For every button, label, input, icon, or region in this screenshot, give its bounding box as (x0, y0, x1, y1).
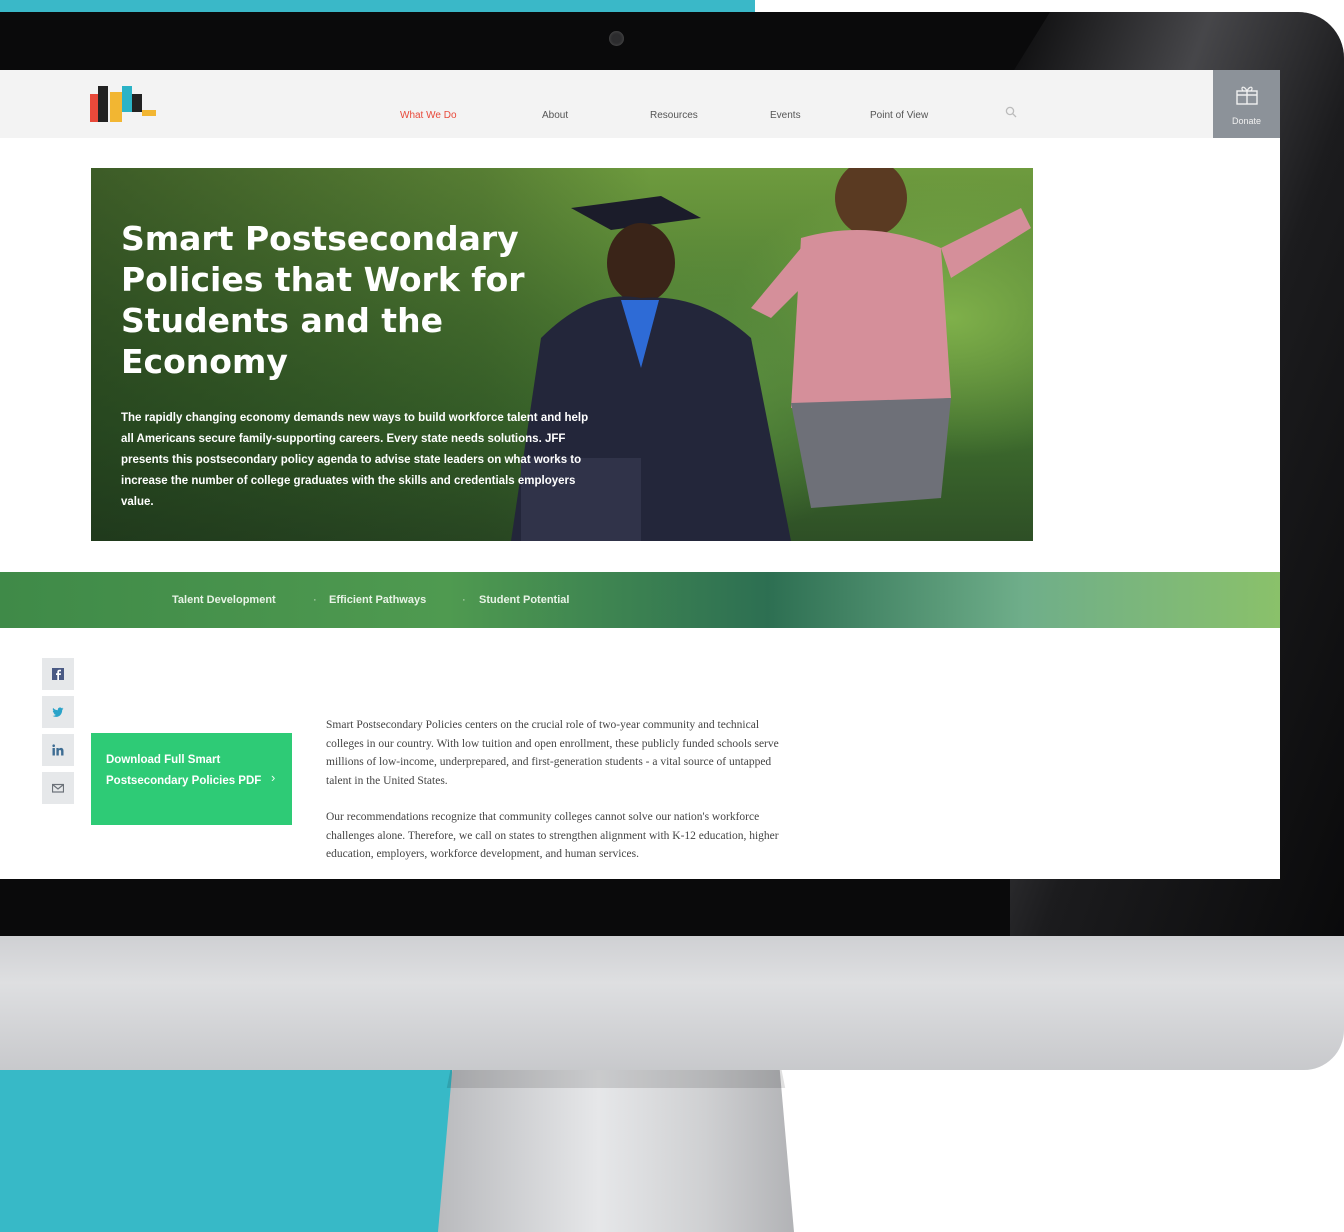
hero-description: The rapidly changing economy demands new… (121, 412, 589, 508)
hero-title: Smart Postsecondary Policies that Work f… (121, 219, 525, 381)
email-icon (52, 783, 64, 793)
nav-resources[interactable]: Resources (650, 110, 698, 121)
monitor-camera (609, 31, 624, 46)
background-cyan-strip (0, 0, 755, 12)
download-pdf-button[interactable]: Download Full Smart Postsecondary Polici… (91, 733, 292, 825)
download-pdf-label: Download Full Smart Postsecondary Polici… (106, 754, 262, 787)
monitor-screen: What We Do About Resources Events Point … (0, 70, 1280, 879)
body-paragraph: Our recommendations recognize that commu… (326, 811, 779, 860)
chevron-right-icon: › (271, 770, 276, 785)
monitor-stand (438, 1070, 794, 1232)
nav-events[interactable]: Events (770, 110, 801, 121)
nav-what-we-do[interactable]: What We Do (400, 110, 457, 121)
twitter-share-button[interactable] (42, 696, 74, 728)
donate-button[interactable]: Donate (1213, 70, 1280, 138)
email-share-button[interactable] (42, 772, 74, 804)
breadcrumb-separator: · (313, 594, 317, 606)
child-photo (751, 168, 1031, 508)
search-icon[interactable] (1005, 106, 1017, 118)
hero-banner: Smart Postsecondary Policies that Work f… (91, 168, 1033, 541)
gift-icon (1236, 86, 1258, 105)
linkedin-icon (52, 744, 64, 756)
monitor-chin (0, 936, 1344, 1070)
breadcrumb-efficient-pathways[interactable]: Efficient Pathways (329, 594, 426, 606)
facebook-share-button[interactable] (42, 658, 74, 690)
nav-point-of-view[interactable]: Point of View (870, 110, 928, 121)
nav-about[interactable]: About (542, 110, 568, 121)
background-cyan-block (0, 1060, 452, 1232)
jff-logo[interactable] (90, 84, 160, 124)
breadcrumb-talent-development[interactable]: Talent Development (172, 594, 276, 606)
body-copy: Smart Postsecondary Policies centers on … (326, 716, 798, 879)
twitter-icon (52, 707, 64, 717)
breadcrumb-band: Talent Development · Efficient Pathways … (0, 572, 1280, 628)
breadcrumb-separator: · (462, 594, 466, 606)
breadcrumb-student-potential[interactable]: Student Potential (479, 594, 569, 606)
site-header: What We Do About Resources Events Point … (0, 70, 1280, 138)
facebook-icon (52, 668, 64, 680)
body-paragraph: Smart Postsecondary Policies centers on … (326, 719, 779, 787)
linkedin-share-button[interactable] (42, 734, 74, 766)
donate-label: Donate (1231, 116, 1262, 126)
monitor-stand-shadow (446, 1070, 786, 1088)
